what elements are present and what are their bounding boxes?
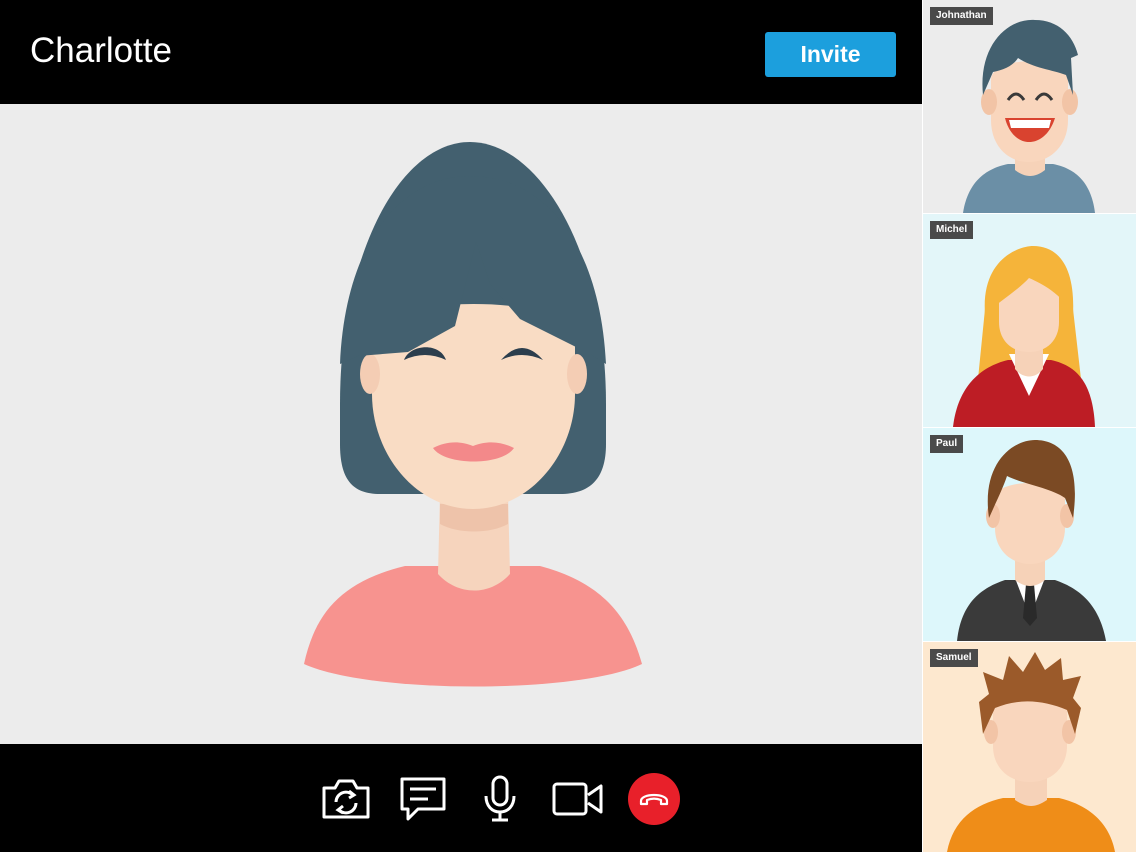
video-camera-icon [552, 782, 603, 816]
michel-avatar [953, 246, 1095, 427]
participant-name-label: Johnathan [930, 7, 993, 25]
charlotte-avatar [304, 142, 642, 687]
samuel-avatar [947, 652, 1115, 852]
johnathan-avatar [963, 19, 1095, 213]
call-controls-bar [0, 744, 922, 852]
participant-tile-samuel[interactable]: Samuel [923, 642, 1136, 852]
participant-tile-johnathan[interactable]: Johnathan [923, 0, 1136, 213]
end-call-icon [628, 773, 680, 825]
switch-camera-button[interactable] [320, 774, 372, 824]
participant-name-label: Michel [930, 221, 974, 239]
invite-button[interactable]: Invite [765, 32, 896, 77]
participant-tile-paul[interactable]: Paul [923, 428, 1136, 641]
microphone-icon [484, 775, 516, 822]
camera-switch-icon [322, 779, 370, 819]
participant-tile-michel[interactable]: Michel [923, 214, 1136, 427]
paul-avatar [957, 440, 1106, 641]
participant-name-label: Samuel [930, 649, 978, 667]
end-call-button[interactable] [628, 773, 680, 825]
participants-sidebar: Johnathan Michel Paul Samuel [922, 0, 1136, 852]
microphone-button[interactable] [474, 774, 526, 824]
chat-icon [400, 777, 446, 821]
active-speaker-name: Charlotte [30, 31, 173, 70]
video-toggle-button[interactable] [552, 774, 604, 824]
main-video-area: Charlotte Invite [0, 0, 922, 852]
top-bar: Charlotte Invite [0, 0, 922, 104]
chat-button[interactable] [397, 774, 449, 824]
main-video-feed [0, 104, 922, 744]
participant-name-label: Paul [930, 435, 964, 453]
